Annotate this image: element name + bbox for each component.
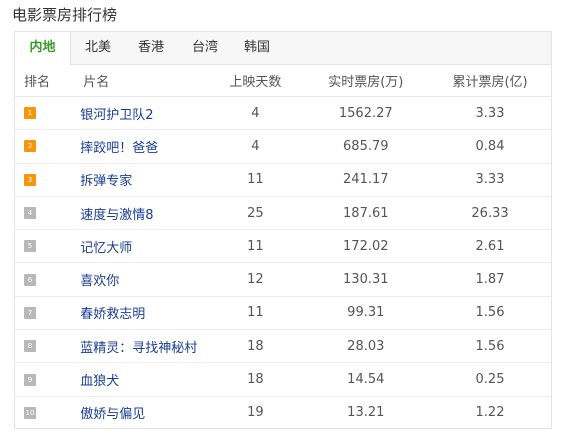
total-box-office-cell: 2.61 [429,229,551,264]
rank-badge: 10 [24,406,36,419]
days-cell: 4 [208,129,303,164]
box-office-widget: 电影票房排行榜 内地 北美 香港 台湾 韩国 排名 片名 上映天数 实时票房(万… [0,0,569,445]
days-cell: 18 [208,362,303,397]
tab-korea[interactable]: 韩国 [231,32,283,65]
rank-badge: 8 [24,340,36,353]
realtime-box-office-cell: 14.54 [302,362,430,397]
table-row: 1 银河护卫队2 4 1562.27 3.33 [15,96,551,131]
days-cell: 11 [208,163,303,197]
days-cell: 19 [247,405,264,421]
realtime-box-office-cell: 28.03 [302,329,430,364]
realtime-box-office-cell: 99.31 [302,296,430,331]
table-row: 5 记忆大师 11 172.02 2.61 [15,229,551,264]
days-cell: 12 [208,262,303,297]
rank-badge: 3 [24,173,36,186]
rank-badge: 1 [24,107,36,120]
movie-title-link[interactable]: 傲娇与偏见 [80,407,145,422]
column-header-total-box-office: 累计票房(亿) [429,65,551,97]
movie-title-link[interactable]: 春娇救志明 [80,307,145,322]
table-row: 2 摔跤吧！爸爸 4 685.79 0.84 [15,129,551,164]
realtime-box-office-cell: 172.02 [302,229,430,264]
table-header-row: 排名 片名 上映天数 实时票房(万) 累计票房(亿) [15,65,551,97]
widget-title: 电影票房排行榜 [12,6,118,24]
column-header-title: 片名 [74,65,209,97]
rank-badge: 7 [24,306,36,319]
table-row: 8 蓝精灵：寻找神秘村 18 28.03 1.56 [15,329,551,364]
realtime-box-office-cell: 1562.27 [302,96,430,131]
table-row: 9 血狼犬 18 14.54 0.25 [15,362,551,397]
tab-mainland[interactable]: 内地 [15,32,71,66]
tab-taiwan[interactable]: 台湾 [179,32,231,65]
movie-title-link[interactable]: 蓝精灵：寻找神秘村 [80,341,197,356]
total-box-office-cell: 1.87 [429,262,551,297]
column-header-realtime-box-office: 实时票房(万) [302,65,430,97]
rank-badge: 2 [24,140,36,153]
days-cell: 18 [208,329,303,364]
days-cell: 11 [208,229,303,264]
rank-badge: 4 [24,207,36,220]
realtime-box-office-cell: 241.17 [302,163,430,197]
total-box-office-cell: 1.22 [475,405,505,421]
total-box-office-cell: 0.84 [429,129,551,164]
movie-title-link[interactable]: 记忆大师 [80,241,132,256]
movie-title-link[interactable]: 拆弹专家 [80,174,132,189]
total-box-office-cell: 26.33 [429,196,551,231]
total-box-office-cell: 3.33 [429,163,551,197]
table-row: 4 速度与激情8 25 187.61 26.33 [15,196,551,231]
table-row: 6 喜欢你 12 130.31 1.87 [15,262,551,297]
realtime-box-office-cell: 187.61 [302,196,430,231]
days-cell: 4 [208,96,303,131]
tab-hong-kong[interactable]: 香港 [125,32,177,65]
rank-badge: 9 [24,373,36,386]
tab-north-america[interactable]: 北美 [72,32,124,65]
realtime-box-office-cell: 13.21 [347,405,385,421]
ranking-table: 排名 片名 上映天数 实时票房(万) 累计票房(亿) 1 银河护卫队2 4 15… [15,65,551,429]
table-row: 10 傲娇与偏见 19 13.21 1.22 [15,396,551,429]
rank-badge: 5 [24,240,36,253]
movie-title-link[interactable]: 血狼犬 [80,374,119,389]
movie-title-link[interactable]: 速度与激情8 [80,208,153,223]
movie-title-link[interactable]: 银河护卫队2 [80,108,153,123]
column-header-rank: 排名 [15,65,75,97]
total-box-office-cell: 3.33 [429,96,551,131]
rank-badge: 6 [24,273,36,286]
realtime-box-office-cell: 130.31 [302,262,430,297]
total-box-office-cell: 1.56 [429,296,551,331]
region-tabs: 内地 北美 香港 台湾 韩国 [15,32,551,66]
days-cell: 11 [208,296,303,331]
table-row: 3 拆弹专家 11 241.17 3.33 [15,163,551,197]
ranking-panel: 内地 北美 香港 台湾 韩国 排名 片名 上映天数 实时票房(万) 累计票房(亿… [14,31,552,429]
total-box-office-cell: 0.25 [429,362,551,397]
table-row: 7 春娇救志明 11 99.31 1.56 [15,296,551,331]
movie-title-link[interactable]: 摔跤吧！爸爸 [80,141,158,156]
total-box-office-cell: 1.56 [429,329,551,364]
column-header-days: 上映天数 [208,65,303,97]
realtime-box-office-cell: 685.79 [302,129,430,164]
movie-title-link[interactable]: 喜欢你 [80,274,119,289]
days-cell: 25 [208,196,303,231]
